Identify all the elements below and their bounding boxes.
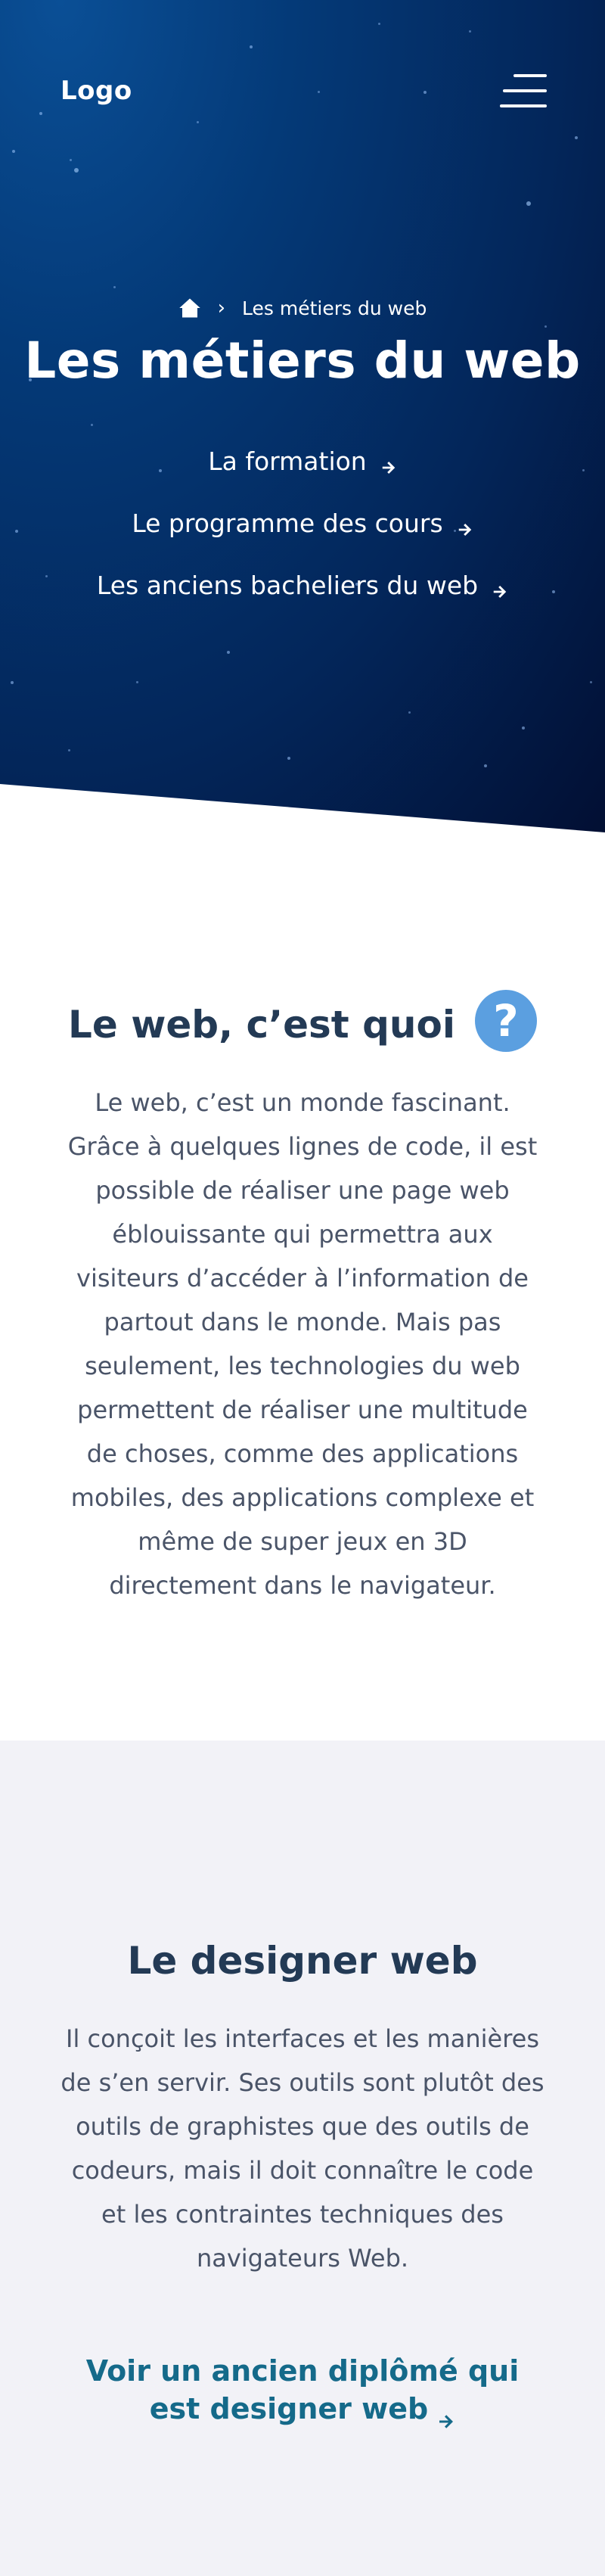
link-label: Le programme des cours — [132, 508, 443, 538]
starfield-decoration — [0, 0, 605, 832]
section-web-heading: Le web, c’est quoi ? — [0, 990, 605, 1052]
question-icon: ? — [474, 990, 537, 1052]
arrow-right-icon — [437, 2402, 455, 2428]
breadcrumb-current: Les métiers du web — [242, 297, 427, 319]
page-title: Les métiers du web — [24, 331, 581, 390]
breadcrumb-separator: › — [217, 297, 226, 319]
breadcrumb: › Les métiers du web — [0, 297, 605, 319]
logo[interactable]: Logo — [60, 76, 132, 106]
home-icon[interactable] — [178, 297, 201, 319]
arrow-right-icon — [492, 577, 508, 598]
section-title: Le web, c’est quoi — [68, 1003, 455, 1047]
section-web-text: Le web, c’est un monde fascinant. Grâce … — [67, 1088, 538, 1600]
link-programme-des-cours[interactable]: Le programme des cours — [0, 492, 605, 554]
link-anciens-bacheliers[interactable]: Les anciens bacheliers du web — [0, 554, 605, 616]
link-la-formation[interactable]: La formation — [0, 430, 605, 492]
section-designer-text: Il conçoit les interfaces et les manière… — [60, 2024, 544, 2273]
link-label: La formation — [208, 446, 367, 476]
hero-link-list: La formation Le programme des cours Les … — [0, 430, 605, 616]
arrow-right-icon — [380, 453, 397, 474]
section-designer-title: Le designer web — [127, 1939, 478, 1983]
hamburger-menu-icon[interactable] — [495, 73, 547, 109]
link-label: Les anciens bacheliers du web — [96, 570, 479, 600]
arrow-right-icon — [457, 515, 473, 536]
hero-banner: Logo › Les métiers du web Les métiers du… — [0, 0, 605, 832]
designer-alumni-link[interactable]: Voir un ancien diplômé qui est designer … — [60, 2352, 544, 2428]
